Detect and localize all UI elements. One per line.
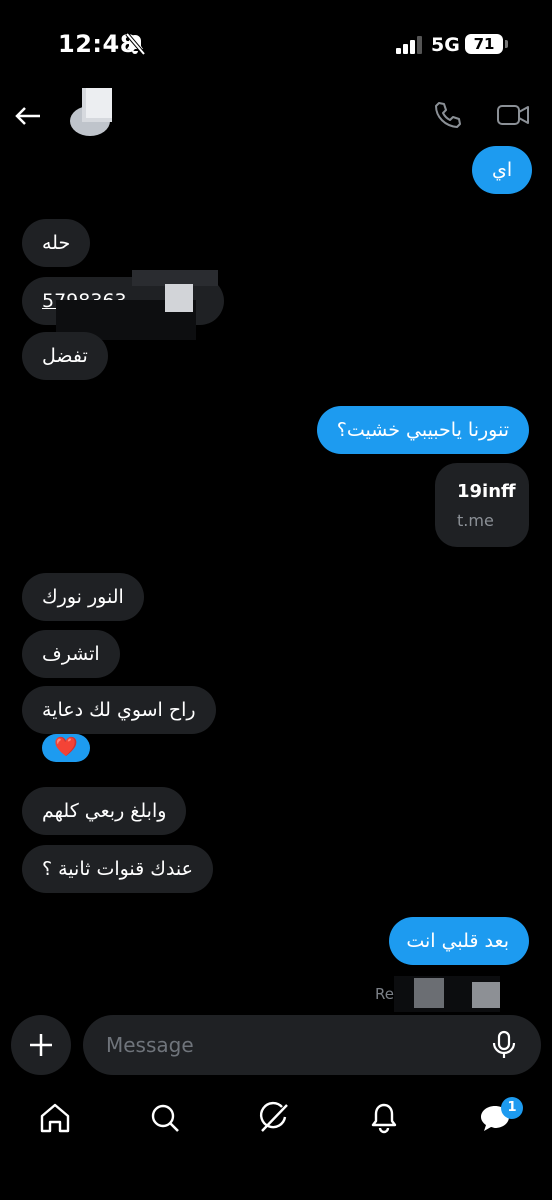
message-incoming[interactable]: عندك قنوات ثانية ؟ [22,845,213,893]
message-placeholder[interactable]: Message [106,1015,194,1075]
read-receipt: Re [375,985,394,1003]
network-type: 5G [431,34,460,56]
add-attachment-button[interactable] [11,1015,71,1075]
link-preview-title: 19inff [457,481,516,502]
link-preview-card[interactable]: 19inff t.me [435,463,529,547]
message-outgoing[interactable]: تنورنا ياحبيبي خشيت؟ [317,406,529,454]
redaction-mark [414,978,444,1008]
message-incoming[interactable]: النور نورك [22,573,144,621]
message-incoming[interactable]: اتشرف [22,630,120,678]
grok-icon[interactable] [256,1100,292,1136]
signal-icon [396,36,422,54]
battery-indicator: 71 [465,34,503,54]
link-preview-domain: t.me [457,511,494,530]
message-outgoing[interactable]: اي [472,146,533,194]
message-incoming[interactable]: حله [22,219,91,267]
back-arrow-icon[interactable] [12,102,44,130]
contact-avatar[interactable] [66,88,114,136]
plus-icon [30,1034,52,1056]
notifications-icon[interactable] [366,1100,402,1136]
search-icon[interactable] [147,1100,183,1136]
phone-icon[interactable] [432,100,462,130]
heart-reaction-icon: ❤️ [54,736,78,758]
redaction-mark [472,982,500,1008]
home-icon[interactable] [37,1100,73,1136]
bell-off-icon [125,32,146,56]
status-bar: 12:48 5G 71 [0,0,552,90]
reaction-badge[interactable]: ❤️ [42,734,90,762]
message-outgoing[interactable]: بعد قلبي انت [389,917,529,965]
messages-unread-badge: 1 [501,1097,523,1119]
battery-nub [505,40,508,48]
message-incoming[interactable]: وابلغ ربعي كلهم [22,787,187,835]
message-incoming[interactable]: تفضل [22,332,108,380]
message-input[interactable]: Message [83,1015,541,1075]
video-call-icon[interactable] [496,100,530,130]
message-incoming[interactable]: راح اسوي لك دعاية [22,686,216,734]
redaction-mark [165,284,193,312]
microphone-icon[interactable] [490,1030,518,1060]
